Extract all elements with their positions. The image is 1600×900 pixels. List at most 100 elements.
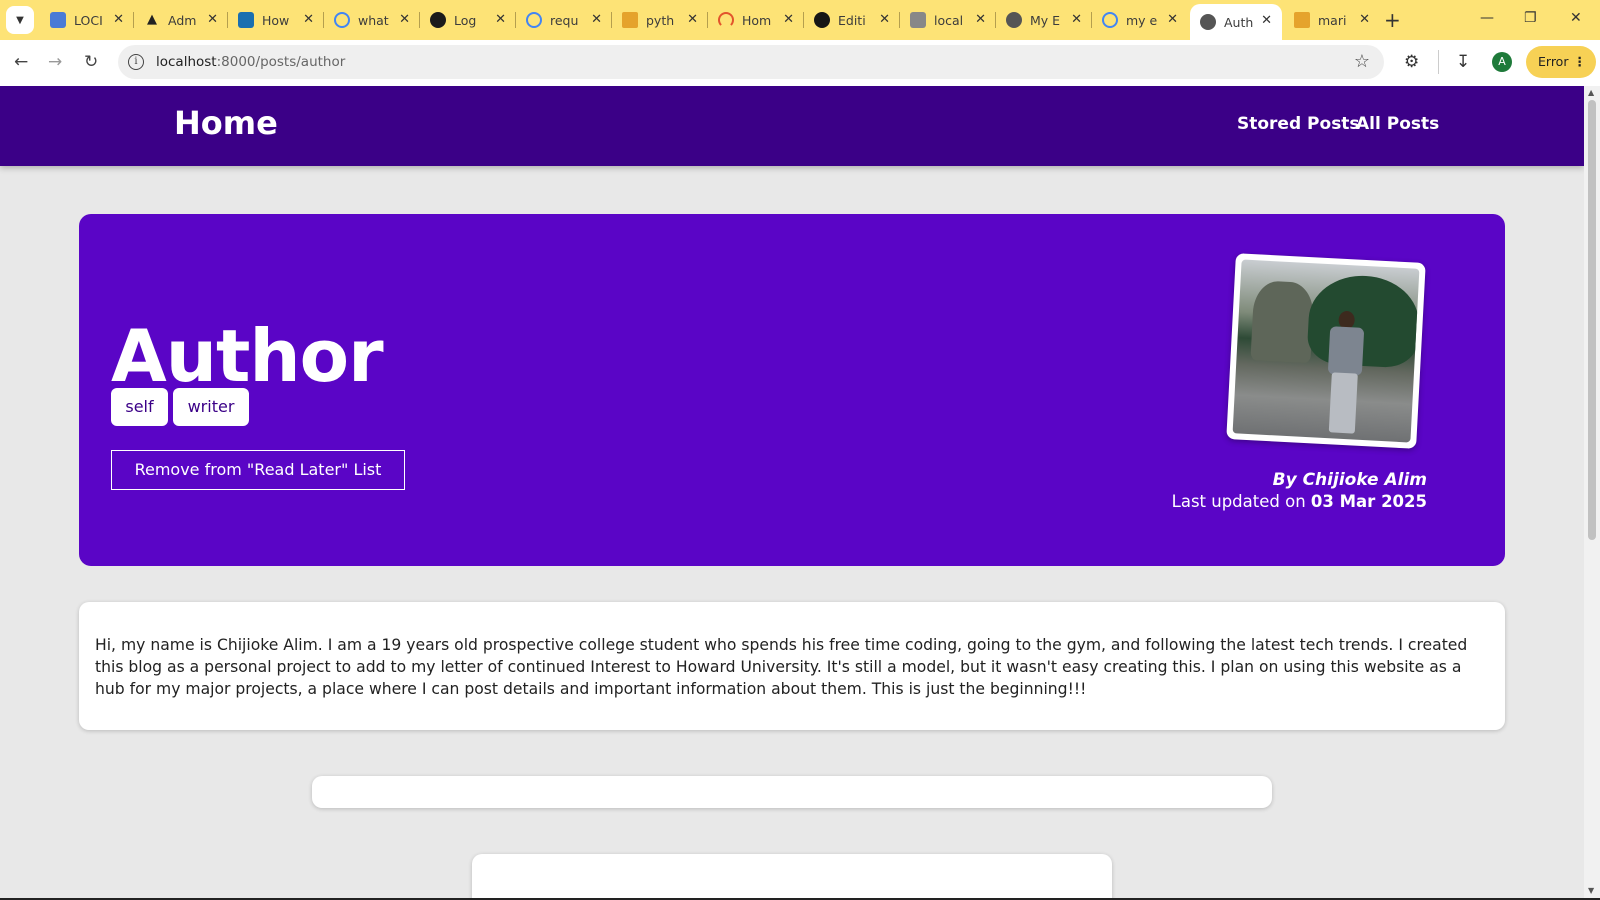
tab-search-button[interactable]: ▼ [6,6,34,34]
browser-toolbar: ← → ↻ i localhost:8000/posts/author ☆ ⚙ … [0,40,1600,86]
chart-favicon-icon [238,12,254,28]
docs-favicon-icon [50,12,66,28]
browser-tab[interactable]: mari ✕ [1284,6,1380,34]
vertical-scrollbar[interactable]: ▲ ▼ [1584,86,1600,900]
chevron-down-icon: ▼ [16,14,24,26]
browser-tab[interactable]: my e ✕ [1092,6,1188,34]
nav-stored-posts[interactable]: Stored Posts [1237,114,1360,134]
tab-label: Adm [168,12,197,28]
url-host: localhost [156,54,217,70]
info-icon[interactable]: i [128,54,144,70]
close-icon[interactable]: ✕ [879,12,890,27]
photo-tree-pine [1306,273,1420,369]
tag-badge: self [111,388,168,426]
browser-tab[interactable]: My E ✕ [996,6,1092,34]
browser-tab[interactable]: pyth ✕ [612,6,708,34]
url-text: localhost:8000/posts/author [156,54,345,70]
post-title: Author [111,314,384,398]
error-label: Error [1538,54,1569,69]
more-vert-icon: ⋮ [1573,54,1587,69]
tab-label: pyth [646,12,675,28]
scroll-down-icon[interactable]: ▼ [1588,886,1594,895]
tab-label: what [358,12,389,28]
close-icon[interactable]: ✕ [975,12,986,27]
post-hero: Author self writer Remove from "Read Lat… [79,214,1505,566]
scrollbar-thumb[interactable] [1588,100,1596,540]
author-photo [1226,253,1426,449]
extensions-icon[interactable]: ⚙ [1404,52,1419,72]
profile-avatar[interactable]: A [1492,52,1512,72]
close-icon[interactable]: ✕ [1359,12,1370,27]
reload-icon[interactable]: ↻ [84,52,98,72]
browser-tab[interactable]: requ ✕ [516,6,612,34]
fsa-favicon-icon [430,12,446,28]
close-icon[interactable]: ✕ [207,12,218,27]
browser-error-button[interactable]: Error ⋮ [1526,46,1596,78]
page-viewport: Home Stored Posts All Posts Author self … [0,86,1584,900]
tab-label: Hom [742,12,772,28]
tab-label: local [934,12,964,28]
forward-arrow-icon[interactable]: → [48,52,62,72]
document-favicon-icon [910,12,926,28]
close-icon[interactable]: ✕ [1167,12,1178,27]
address-bar[interactable]: i localhost:8000/posts/author ☆ [118,45,1384,79]
minimize-icon[interactable]: — [1480,10,1494,26]
window-close-icon[interactable]: ✕ [1570,10,1582,26]
browser-tab[interactable]: Hom ✕ [708,6,804,34]
loading-favicon-icon [718,12,734,28]
tag-badge: writer [173,388,249,426]
new-tab-button[interactable]: + [1384,8,1401,32]
back-arrow-icon[interactable]: ← [14,52,28,72]
browser-tab[interactable]: ▲ Adm ✕ [134,6,228,34]
browser-tab[interactable]: what ✕ [324,6,420,34]
github-favicon-icon [814,12,830,28]
close-icon[interactable]: ✕ [303,12,314,27]
stackoverflow-favicon-icon [622,12,638,28]
close-icon[interactable]: ✕ [1261,13,1272,28]
tab-label: Log [454,12,477,28]
google-favicon-icon [334,12,350,28]
tab-label: Editi [838,12,866,28]
url-path: :8000/posts/author [216,54,346,70]
photo-tree-bare [1250,280,1315,364]
updated-prefix: Last updated on [1171,492,1311,511]
close-icon[interactable]: ✕ [591,12,602,27]
close-icon[interactable]: ✕ [113,12,124,27]
author-photo-image [1232,259,1420,443]
site-header: Home Stored Posts All Posts [0,86,1584,166]
tab-label: requ [550,12,579,28]
home-logo-link[interactable]: Home [174,104,278,142]
close-icon[interactable]: ✕ [1071,12,1082,27]
post-body-card: Hi, my name is Chijioke Alim. I am a 19 … [79,602,1505,730]
browser-tab[interactable]: local ✕ [900,6,996,34]
empty-card [312,776,1272,808]
author-byline: By Chijioke Alim [1272,470,1427,490]
restore-icon[interactable]: ❐ [1524,10,1537,26]
nav-all-posts[interactable]: All Posts [1356,114,1439,134]
browser-tab[interactable]: How ✕ [228,6,324,34]
download-icon[interactable]: ↧ [1456,52,1470,72]
browser-tab[interactable]: LOCI ✕ [40,6,134,34]
tab-label: My E [1030,12,1061,28]
browser-tab-active[interactable]: Auth ✕ [1190,4,1282,40]
tab-label: Auth [1224,14,1254,30]
globe-favicon-icon [1006,12,1022,28]
globe-favicon-icon [1200,14,1216,30]
browser-tab[interactable]: Editi ✕ [804,6,900,34]
tab-label: How [262,12,290,28]
tab-strip: ▼ LOCI ✕ ▲ Adm ✕ How ✕ what ✕ Log ✕ requ… [0,0,1600,40]
close-icon[interactable]: ✕ [495,12,506,27]
google-favicon-icon [1102,12,1118,28]
close-icon[interactable]: ✕ [687,12,698,27]
stackoverflow-favicon-icon [1294,12,1310,28]
last-updated: Last updated on 03 Mar 2025 [1172,492,1427,511]
scroll-up-icon[interactable]: ▲ [1588,88,1594,97]
browser-tab[interactable]: Log ✕ [420,6,516,34]
remove-read-later-button[interactable]: Remove from "Read Later" List [111,450,405,490]
close-icon[interactable]: ✕ [399,12,410,27]
tab-label: my e [1126,12,1158,28]
bookmark-star-icon[interactable]: ☆ [1354,51,1370,72]
toolbar-divider [1438,50,1439,74]
close-icon[interactable]: ✕ [783,12,794,27]
photo-person-pants [1328,372,1358,434]
